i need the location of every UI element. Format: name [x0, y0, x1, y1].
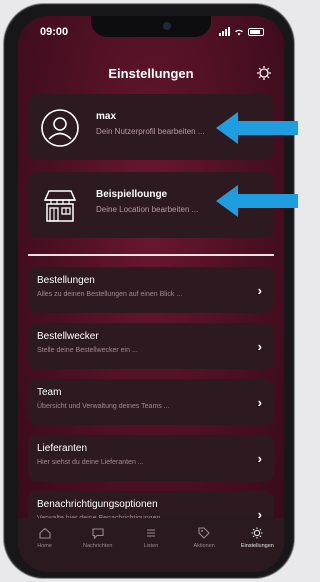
menu-item-subtitle: Alles zu deinen Bestellungen auf einen B…	[37, 291, 183, 298]
gear-icon	[251, 527, 263, 539]
menu-item-title: Bestellwecker	[37, 331, 99, 342]
profile-name: max	[96, 111, 117, 122]
signal-icon	[219, 27, 230, 36]
location-name: Beispiellounge	[96, 189, 168, 200]
menu-item-title: Bestellungen	[37, 275, 95, 286]
menu-item-title: Lieferanten	[37, 443, 88, 454]
annotation-arrow-location	[216, 185, 298, 217]
menu-item-lieferanten[interactable]: Lieferanten Hier siehst du deine Liefera…	[28, 435, 274, 481]
tag-icon	[198, 527, 210, 539]
storefront-icon	[43, 190, 77, 222]
phone-frame: 09:00 Einstellungen max Dein Nutzerprofi…	[4, 4, 294, 578]
chevron-right-icon: ›	[257, 395, 262, 410]
tab-aktionen[interactable]: Aktionen	[179, 526, 229, 549]
chevron-right-icon: ›	[257, 339, 262, 354]
tab-einstellungen[interactable]: Einstellungen	[232, 526, 282, 549]
user-avatar-icon	[41, 109, 79, 147]
chat-icon	[92, 528, 104, 540]
chevron-right-icon: ›	[257, 283, 262, 298]
menu-item-bestellungen[interactable]: Bestellungen Alles zu deinen Bestellunge…	[28, 267, 274, 313]
menu-item-title: Team	[37, 387, 62, 398]
tab-listen[interactable]: Listen	[126, 526, 176, 549]
tab-label: Home	[37, 543, 52, 549]
app-screen: 09:00 Einstellungen max Dein Nutzerprofi…	[18, 16, 284, 572]
menu-item-subtitle: Hier siehst du deine Lieferanten ...	[37, 459, 144, 466]
profile-subtitle: Dein Nutzerprofil bearbeiten ...	[96, 127, 205, 136]
page-title: Einstellungen	[108, 66, 194, 81]
page-header: Einstellungen	[18, 66, 284, 86]
annotation-arrow-profile	[216, 112, 298, 144]
tab-home[interactable]: Home	[20, 526, 70, 549]
tab-label: Einstellungen	[240, 543, 274, 549]
bug-gear-icon[interactable]	[256, 65, 272, 81]
menu-item-bestellwecker[interactable]: Bestellwecker Stelle deine Bestellwecker…	[28, 323, 274, 369]
status-time: 09:00	[40, 26, 69, 38]
chevron-right-icon: ›	[257, 451, 262, 466]
menu-item-team[interactable]: Team Übersicht und Verwaltung deines Tea…	[28, 379, 274, 425]
menu-item-subtitle: Übersicht und Verwaltung deines Teams ..…	[37, 403, 170, 410]
section-divider	[28, 254, 274, 256]
tab-nachrichten[interactable]: Nachrichten	[73, 526, 123, 549]
menu-item-subtitle: Stelle deine Bestellwecker ein ...	[37, 347, 138, 354]
tab-bar: Home Nachrichten Listen Aktionen Einstel…	[18, 518, 284, 572]
status-bar: 09:00	[18, 24, 284, 42]
home-icon	[39, 527, 51, 539]
list-icon	[146, 529, 155, 537]
location-subtitle: Deine Location bearbeiten ...	[96, 205, 199, 214]
battery-icon	[248, 27, 264, 36]
wifi-icon	[235, 29, 243, 35]
tab-label: Listen	[143, 543, 159, 549]
tab-label: Aktionen	[193, 543, 215, 549]
menu-item-title: Benachrichtigungsoptionen	[37, 499, 158, 510]
tab-label: Nachrichten	[83, 543, 113, 549]
